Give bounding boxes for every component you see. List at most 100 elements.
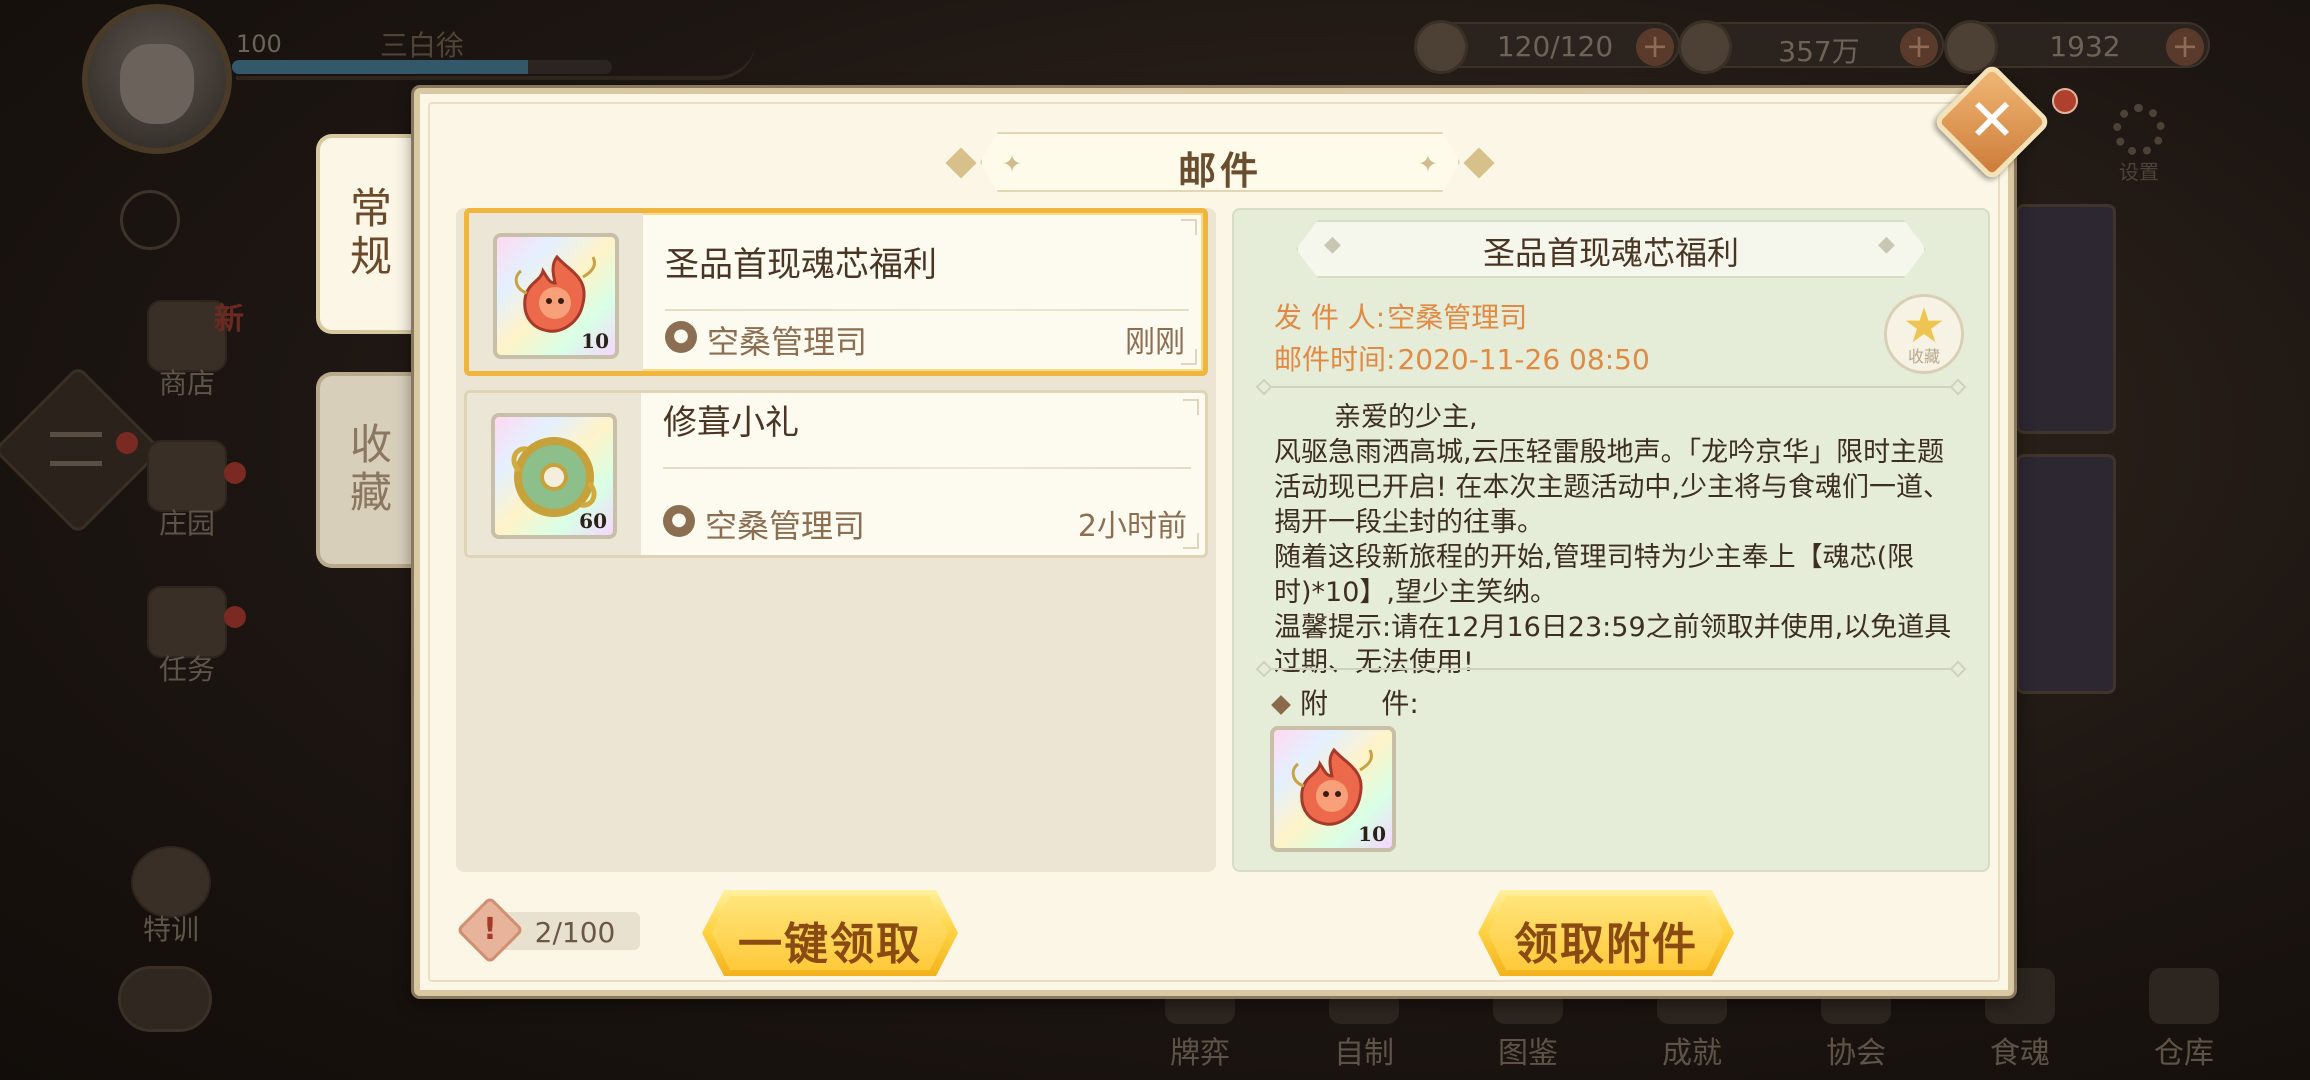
add-stamina-button[interactable]: + xyxy=(1636,28,1674,66)
manor-button[interactable]: 庄园 xyxy=(132,440,242,542)
user-icon: ● xyxy=(663,505,695,537)
notification-dot xyxy=(224,606,246,628)
mail-divider xyxy=(663,467,1191,469)
gear-icon xyxy=(2113,104,2165,156)
item-quantity: 10 xyxy=(1358,822,1386,846)
separator-dot xyxy=(1949,378,1967,396)
diamond-bullet-icon xyxy=(1271,695,1291,715)
training-label: 特训 xyxy=(142,913,199,946)
task-button[interactable]: 任务 xyxy=(132,586,242,688)
time-label: 邮件时间: xyxy=(1274,343,1396,376)
resource-stamina: 120/120 + xyxy=(1414,20,1680,74)
mail-body: 亲爱的少主, 风驱急雨洒高城,云压轻雷殷地声。「龙吟京华」限时主题活动现已开启!… xyxy=(1274,400,1964,680)
player-avatar[interactable] xyxy=(82,4,232,154)
title-banner: ✦ ✦ 邮件 xyxy=(945,132,1495,193)
sender-line: 发 件 人:空桑管理司 xyxy=(1274,296,1527,336)
eye-icon[interactable] xyxy=(120,190,180,250)
resource-value: 357万 xyxy=(1778,35,1860,68)
mail-count: 2/100 ! xyxy=(456,896,640,964)
sender-label: 发 件 人: xyxy=(1274,301,1386,334)
tab-regular-label: 常规 xyxy=(343,186,393,282)
nav-label: 食魂 xyxy=(1990,1036,2050,1071)
sender-value: 空桑管理司 xyxy=(1387,301,1528,334)
soul-core-flame-icon: 10 xyxy=(493,233,619,359)
mail-time: 刚刚 xyxy=(1125,325,1185,360)
game-screen: 100 三白徐 120/120 + 357万 + 1932 + 设置 商店 新 … xyxy=(0,0,2310,1080)
settings-label: 设置 xyxy=(2119,160,2159,184)
nav-label: 仓库 xyxy=(2154,1036,2214,1071)
mail-list: 10 圣品首现魂芯福利 ● 空桑管理司 刚刚 60 修葺小礼 ● 空桑管理司 2… xyxy=(456,208,1216,872)
tab-favorites-label: 收藏 xyxy=(343,422,393,518)
mail-time: 2小时前 xyxy=(1077,509,1187,544)
shop-label: 商店 xyxy=(158,367,215,400)
body-paragraph: 随着这段新旅程的开始,管理司特为少主奉上【魂芯(限时)*10】,望少主笑纳。 xyxy=(1274,542,1915,608)
bowl-icon xyxy=(1414,20,1468,74)
mail-item[interactable]: 60 修葺小礼 ● 空桑管理司 2小时前 xyxy=(464,390,1208,558)
player-level: 100 xyxy=(236,30,282,58)
exclamation-icon: ! xyxy=(483,912,497,947)
claim-attachment-button[interactable]: 领取附件 xyxy=(1478,890,1734,976)
close-icon[interactable]: ✕ xyxy=(1950,80,2034,164)
nav-label: 协会 xyxy=(1826,1036,1886,1071)
background-banner xyxy=(2016,454,2116,694)
time-value: 2020-11-26 08:50 xyxy=(1397,343,1650,376)
claim-all-button[interactable]: 一键领取 xyxy=(702,890,958,976)
resource-gold: 357万 + xyxy=(1678,20,1944,74)
nav-warehouse[interactable]: 仓库 xyxy=(2134,968,2234,1072)
body-greeting: 亲爱的少主, xyxy=(1334,402,1478,433)
add-gold-button[interactable]: + xyxy=(1900,28,1938,66)
item-quantity: 60 xyxy=(579,509,607,533)
mail-sender: 空桑管理司 xyxy=(707,323,868,361)
item-quantity: 10 xyxy=(581,329,609,353)
resource-value: 120/120 xyxy=(1496,30,1614,63)
favorite-label: 收藏 xyxy=(1907,347,1940,366)
separator xyxy=(1255,660,1967,678)
claim-all-label: 一键领取 xyxy=(738,919,922,970)
separator-dot xyxy=(1255,660,1273,678)
dialog-title: 邮件 xyxy=(1177,149,1262,193)
mail-detail: ◆ ◆ 圣品首现魂芯福利 发 件 人:空桑管理司 邮件时间:2020-11-26… xyxy=(1232,208,1990,872)
add-jade-button[interactable]: + xyxy=(2166,28,2204,66)
attachment-label: 附 件: xyxy=(1271,682,1419,722)
attachment-soul-core-icon[interactable]: 10 xyxy=(1270,726,1396,852)
exp-bar xyxy=(232,60,612,74)
mail-thumbnail: 60 xyxy=(467,393,641,555)
claim-attachment-label: 领取附件 xyxy=(1514,919,1698,970)
corner-ornament xyxy=(1181,349,1197,365)
mail-dialog: ✦ ✦ 邮件 10 圣品首现魂芯福利 ● 空桑管理司 刚刚 60 修葺小礼 ● … xyxy=(414,88,2014,996)
notification-dot xyxy=(2052,88,2078,114)
menu-icon xyxy=(50,432,102,466)
mail-count-text: 2/100 xyxy=(534,916,616,949)
notification-dot xyxy=(224,462,246,484)
feather-icon xyxy=(1678,20,1732,74)
background-banner xyxy=(2016,204,2116,434)
tab-favorites[interactable]: 收藏 xyxy=(316,372,416,568)
exp-bar-fill xyxy=(232,60,529,74)
mail-subject: 修葺小礼 xyxy=(663,403,799,443)
mail-subject: 圣品首现魂芯福利 xyxy=(665,245,937,285)
jade-ring-icon: 60 xyxy=(491,413,617,539)
shop-button[interactable]: 商店 新 xyxy=(132,300,244,402)
mail-divider xyxy=(665,309,1189,311)
warehouse-icon xyxy=(2149,968,2219,1024)
chat-icon[interactable] xyxy=(118,966,212,1032)
settings-button[interactable]: 设置 xyxy=(2104,104,2174,185)
resource-jade: 1932 + xyxy=(1944,20,2210,74)
favorite-button[interactable]: ★ 收藏 xyxy=(1884,294,1964,374)
body-paragraph: 风驱急雨洒高城,云压轻雷殷地声。「龙吟京华」限时主题活动现已开启! 在本次主题活… xyxy=(1274,437,1950,538)
mail-item[interactable]: 10 圣品首现魂芯福利 ● 空桑管理司 刚刚 xyxy=(464,208,1208,376)
detail-title: 圣品首现魂芯福利 xyxy=(1482,234,1739,272)
separator-dot xyxy=(1255,378,1273,396)
avatar-face xyxy=(120,44,194,124)
separator xyxy=(1255,378,1967,396)
resource-value: 1932 xyxy=(2049,30,2121,63)
corner-ornament xyxy=(1183,399,1199,415)
tab-regular[interactable]: 常规 xyxy=(316,134,416,334)
bottom-nav: 牌弈 自制 图鉴 成就 协会 食魂 仓库 xyxy=(1150,968,2310,1080)
training-button[interactable]: 特训 xyxy=(116,846,226,948)
mail-thumbnail: 10 xyxy=(469,213,643,371)
mail-sender: 空桑管理司 xyxy=(705,507,866,545)
manor-label: 庄园 xyxy=(158,507,215,540)
task-label: 任务 xyxy=(158,653,215,686)
attachment-label-text: 附 件: xyxy=(1300,687,1419,720)
